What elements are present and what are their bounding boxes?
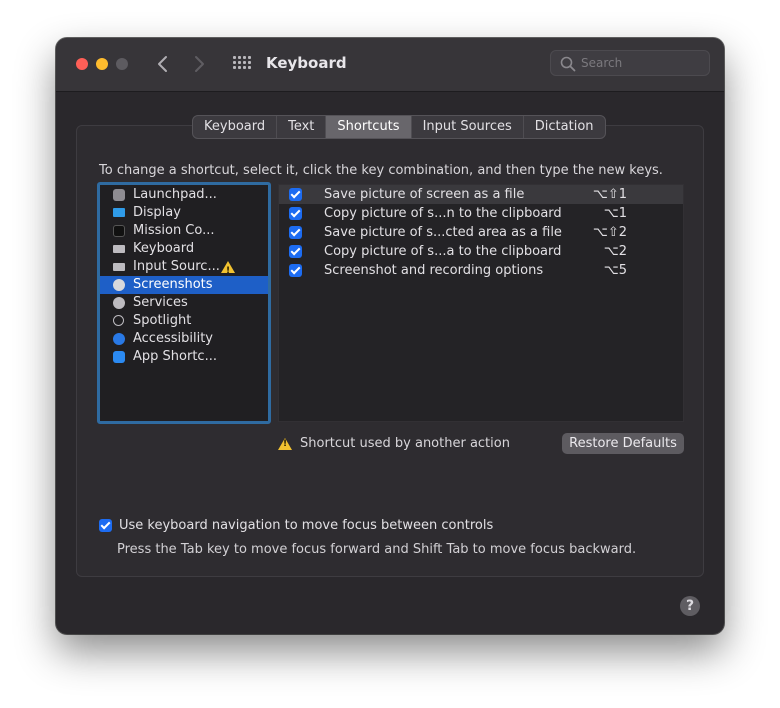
shortcut-label: Save picture of s...cted area as a file bbox=[324, 225, 562, 240]
keyboard-navigation-checkbox[interactable] bbox=[99, 519, 112, 532]
restore-defaults-button[interactable]: Restore Defaults bbox=[562, 433, 684, 454]
category-label: Mission Co... bbox=[133, 223, 215, 238]
display-icon bbox=[113, 208, 125, 217]
category-item-accessibility[interactable]: Accessibility bbox=[100, 330, 268, 348]
mission-control-icon bbox=[113, 225, 125, 237]
category-label: Display bbox=[133, 205, 181, 220]
shortcut-checkbox[interactable] bbox=[289, 245, 302, 258]
keyboard-navigation-label[interactable]: Use keyboard navigation to move focus be… bbox=[119, 518, 493, 533]
tab-shortcuts[interactable]: Shortcuts bbox=[326, 116, 412, 138]
shortcut-label: Screenshot and recording options bbox=[324, 263, 544, 278]
category-item-input-sources[interactable]: Input Sourc... bbox=[100, 258, 268, 280]
tab-input-sources[interactable]: Input Sources bbox=[412, 116, 524, 138]
category-label: Keyboard bbox=[133, 241, 195, 256]
conflict-legend: Shortcut used by another action bbox=[300, 436, 510, 451]
category-item-services[interactable]: Services bbox=[100, 294, 268, 312]
category-label: Spotlight bbox=[133, 313, 192, 328]
shortcut-checkbox[interactable] bbox=[289, 226, 302, 239]
category-item-screenshots[interactable]: Screenshots bbox=[100, 276, 268, 294]
shortcut-label: Copy picture of s...a to the clipboard bbox=[324, 244, 562, 259]
help-button[interactable]: ? bbox=[680, 596, 700, 616]
category-label: Services bbox=[133, 295, 188, 310]
minimize-button[interactable] bbox=[96, 58, 108, 70]
shortcut-keys[interactable]: ⌥5 bbox=[604, 261, 627, 280]
keyboard-icon bbox=[113, 245, 125, 253]
category-item-display[interactable]: Display bbox=[100, 204, 268, 222]
forward-button[interactable] bbox=[192, 52, 206, 76]
category-item-launchpad[interactable]: Launchpad... bbox=[100, 186, 268, 204]
category-item-keyboard[interactable]: Keyboard bbox=[100, 240, 268, 258]
warning-icon bbox=[221, 261, 235, 280]
shortcut-category-list[interactable]: Launchpad... Display Mission Co... Keybo… bbox=[97, 182, 271, 424]
shortcut-row[interactable]: Save picture of screen as a file ⌥⇧1 bbox=[279, 185, 683, 204]
shortcut-row[interactable]: Copy picture of s...n to the clipboard ⌥… bbox=[279, 204, 683, 223]
shortcut-list[interactable]: Save picture of screen as a file ⌥⇧1 Cop… bbox=[278, 184, 684, 422]
instructions-text: To change a shortcut, select it, click t… bbox=[99, 163, 663, 178]
title-bar: Keyboard Search bbox=[56, 38, 724, 92]
tab-keyboard[interactable]: Keyboard bbox=[193, 116, 278, 138]
category-label: App Shortc... bbox=[133, 349, 217, 364]
shortcut-keys[interactable]: ⌥⇧1 bbox=[593, 185, 627, 204]
shortcut-keys[interactable]: ⌥1 bbox=[604, 204, 627, 223]
tab-text[interactable]: Text bbox=[277, 116, 327, 138]
category-label: Input Sourc... bbox=[133, 259, 220, 274]
shortcut-label: Save picture of screen as a file bbox=[324, 187, 525, 202]
tab-dictation[interactable]: Dictation bbox=[524, 116, 605, 138]
magnifier-icon bbox=[560, 56, 576, 72]
shortcut-checkbox[interactable] bbox=[289, 207, 302, 220]
shortcut-keys[interactable]: ⌥2 bbox=[604, 242, 627, 261]
gear-icon bbox=[113, 297, 125, 309]
spotlight-icon bbox=[113, 315, 124, 326]
close-button[interactable] bbox=[76, 58, 88, 70]
chevron-left-icon bbox=[158, 56, 167, 72]
show-all-grid-icon[interactable] bbox=[233, 56, 251, 70]
shortcut-row[interactable]: Save picture of s...cted area as a file … bbox=[279, 223, 683, 242]
keyboard-navigation-help: Press the Tab key to move focus forward … bbox=[117, 542, 637, 557]
chevron-right-icon bbox=[195, 56, 204, 72]
launchpad-icon bbox=[113, 189, 125, 201]
category-item-app-shortcuts[interactable]: App Shortc... bbox=[100, 348, 268, 366]
accessibility-icon bbox=[113, 333, 125, 345]
shortcut-checkbox[interactable] bbox=[289, 264, 302, 277]
shortcut-label: Copy picture of s...n to the clipboard bbox=[324, 206, 562, 221]
tab-bar: Keyboard Text Shortcuts Input Sources Di… bbox=[192, 115, 606, 139]
zoom-button[interactable] bbox=[116, 58, 128, 70]
shortcut-checkbox[interactable] bbox=[289, 188, 302, 201]
window-title: Keyboard bbox=[266, 54, 347, 72]
shortcut-row[interactable]: Copy picture of s...a to the clipboard ⌥… bbox=[279, 242, 683, 261]
shortcut-row[interactable]: Screenshot and recording options ⌥5 bbox=[279, 261, 683, 280]
category-item-spotlight[interactable]: Spotlight bbox=[100, 312, 268, 330]
shortcut-keys[interactable]: ⌥⇧2 bbox=[593, 223, 627, 242]
category-label: Accessibility bbox=[133, 331, 213, 346]
preferences-window: Keyboard Search Keyboard Text Shortcuts … bbox=[56, 38, 724, 634]
search-placeholder: Search bbox=[581, 56, 623, 70]
back-button[interactable] bbox=[156, 52, 170, 76]
category-label: Screenshots bbox=[133, 277, 213, 292]
app-store-icon bbox=[113, 351, 125, 363]
screenshots-icon bbox=[113, 279, 125, 291]
search-field[interactable]: Search bbox=[550, 50, 710, 76]
input-sources-icon bbox=[113, 263, 125, 271]
category-label: Launchpad... bbox=[133, 187, 217, 202]
category-item-mission-control[interactable]: Mission Co... bbox=[100, 222, 268, 240]
warning-icon bbox=[278, 438, 292, 450]
